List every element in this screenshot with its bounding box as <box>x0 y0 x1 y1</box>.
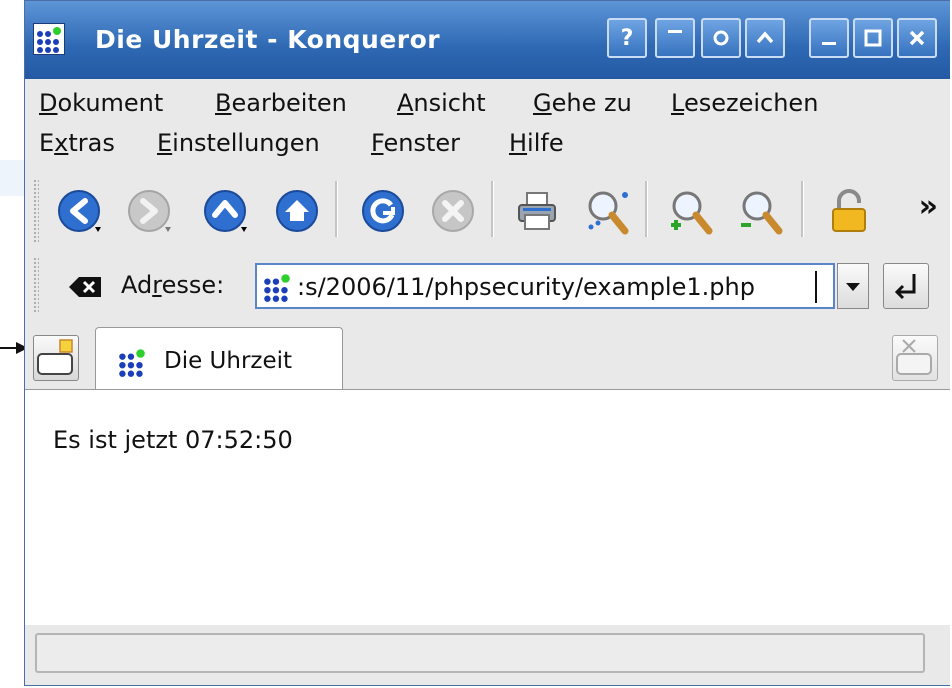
circle-icon <box>713 30 729 46</box>
toolbar-grip[interactable] <box>33 257 39 313</box>
address-history-dropdown[interactable] <box>837 263 869 309</box>
menu-hilfe[interactable]: Hilfe <box>509 129 564 157</box>
menu-einstellungen[interactable]: Einstellungen <box>157 129 320 157</box>
main-toolbar: » <box>25 167 950 253</box>
menu-lesezeichen[interactable]: Lesezeichen <box>671 89 818 117</box>
address-input[interactable]: :s/2006/11/phpsecurity/example1.php <box>255 263 835 309</box>
enter-icon <box>894 274 916 300</box>
title-bar[interactable]: Die Uhrzeit - Konqueror ? <box>25 1 950 80</box>
minimize-button[interactable] <box>809 18 849 58</box>
toolbar-separator <box>335 181 338 237</box>
security-lock-icon[interactable] <box>825 187 873 235</box>
shade-button[interactable] <box>701 18 741 58</box>
keep-above-button[interactable] <box>745 18 785 58</box>
menu-dokument[interactable]: Dokument <box>39 89 163 117</box>
chevron-down-icon <box>846 283 860 291</box>
print-icon[interactable] <box>513 187 561 235</box>
close-tab-icon <box>896 339 932 375</box>
keep-below-button[interactable] <box>655 18 695 58</box>
menu-gehe-zu[interactable]: Gehe zu <box>533 89 632 117</box>
new-tab-button[interactable] <box>33 335 79 381</box>
go-button[interactable] <box>883 263 929 309</box>
find-icon[interactable] <box>583 187 631 235</box>
up-icon[interactable] <box>201 187 249 235</box>
menu-extras[interactable]: Extras <box>39 129 115 157</box>
help-button[interactable]: ? <box>607 18 647 58</box>
toolbar-overflow-button[interactable]: » <box>919 189 938 224</box>
close-tab-button[interactable] <box>892 335 938 381</box>
toolbar-grip[interactable] <box>33 179 39 243</box>
page-favicon-icon <box>264 274 290 302</box>
text-cursor <box>815 271 817 303</box>
home-icon[interactable] <box>273 187 321 235</box>
menu-bearbeiten[interactable]: Bearbeiten <box>215 89 347 117</box>
page-content[interactable]: Es ist jetzt 07:52:50 <box>25 389 950 626</box>
back-icon[interactable] <box>55 187 103 235</box>
maximize-button[interactable] <box>853 18 893 58</box>
close-button[interactable] <box>897 18 937 58</box>
konqueror-app-icon[interactable] <box>33 23 65 55</box>
menu-bar: Dokument Bearbeiten Ansicht Gehe zu Lese… <box>25 79 950 167</box>
forward-icon[interactable] <box>125 187 173 235</box>
address-label: Adresse: <box>121 271 225 299</box>
toolbar-separator <box>801 181 804 237</box>
minimize-icon <box>822 42 836 45</box>
menu-fenster[interactable]: Fenster <box>371 129 460 157</box>
page-body-text: Es ist jetzt 07:52:50 <box>53 426 293 454</box>
konqueror-window: Die Uhrzeit - Konqueror ? Dokument Bearb… <box>24 0 950 686</box>
address-url: :s/2006/11/phpsecurity/example1.php <box>297 273 755 301</box>
zoom-out-icon[interactable] <box>737 187 785 235</box>
clear-location-icon[interactable] <box>67 275 103 299</box>
stop-icon[interactable] <box>429 187 477 235</box>
close-icon <box>909 30 925 46</box>
chevron-up-icon <box>756 31 774 44</box>
new-tab-icon <box>37 339 73 375</box>
tab-label: Die Uhrzeit <box>164 348 293 374</box>
window-title: Die Uhrzeit - Konqueror <box>95 25 441 54</box>
tab-die-uhrzeit[interactable]: Die Uhrzeit <box>95 327 343 391</box>
page-favicon-icon <box>119 349 145 377</box>
keep-below-icon <box>668 30 682 33</box>
status-bar <box>25 625 950 685</box>
tab-bar: Die Uhrzeit <box>25 321 950 391</box>
zoom-in-icon[interactable] <box>667 187 715 235</box>
menu-ansicht[interactable]: Ansicht <box>397 89 486 117</box>
reload-icon[interactable] <box>359 187 407 235</box>
location-toolbar: Adresse: :s/2006/11/phpsecurity/example1… <box>25 253 950 321</box>
toolbar-separator <box>491 181 494 237</box>
maximize-icon <box>864 29 882 47</box>
toolbar-separator <box>645 181 648 237</box>
status-text-field <box>35 633 925 673</box>
